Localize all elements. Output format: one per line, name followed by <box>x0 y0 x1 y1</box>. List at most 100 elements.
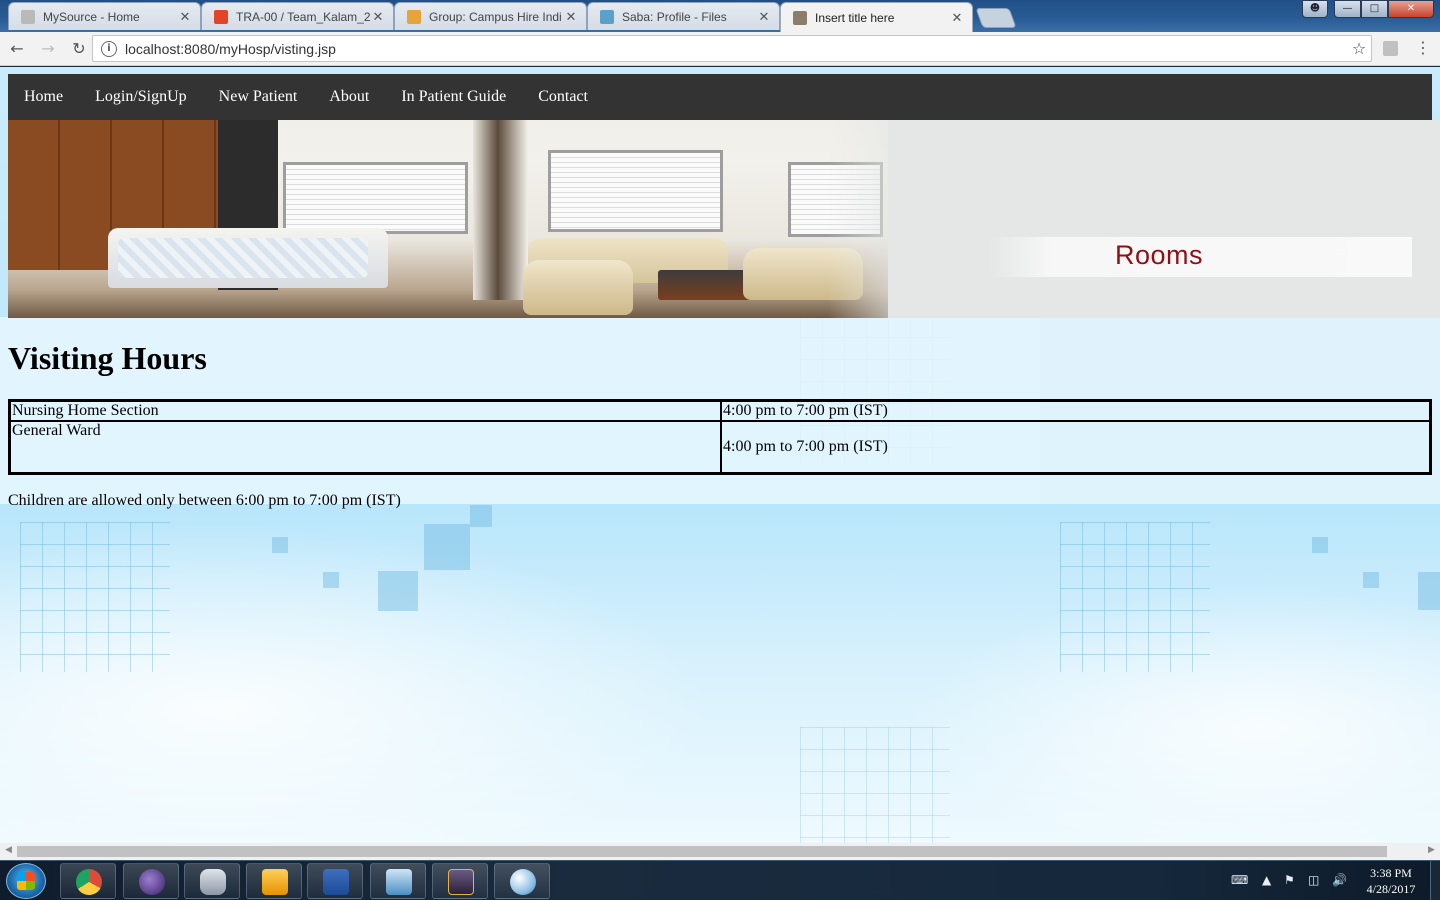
section-cell: Nursing Home Section <box>10 401 721 421</box>
new-tab-button[interactable] <box>975 8 1017 28</box>
address-bar[interactable]: i localhost:8080/myHosp/visting.jsp ☆ <box>92 35 1372 62</box>
taskbar-paint[interactable] <box>494 863 550 899</box>
tab-strip: MySource - Home ✕ TRA-00 / Team_Kalam_2(… <box>8 2 1017 32</box>
lync-icon <box>386 869 412 895</box>
saba-favicon-icon <box>600 9 614 24</box>
tab-insert-title-here[interactable]: Insert title here ✕ <box>780 2 973 32</box>
gitlab-favicon-icon <box>214 9 228 24</box>
tab-title: TRA-00 / Team_Kalam_2( <box>236 9 371 24</box>
main-navigation: Home Login/SignUp New Patient About In P… <box>8 74 1432 120</box>
rooms-banner: Rooms <box>8 120 1440 318</box>
tab-close-icon[interactable]: ✕ <box>178 9 192 25</box>
yammer-favicon-icon <box>407 9 421 24</box>
scroll-right-arrow-icon[interactable]: ▶ <box>1423 845 1440 855</box>
clock-time: 3:38 PM <box>1370 866 1412 880</box>
show-desktop-button[interactable] <box>1430 861 1440 900</box>
minimize-button[interactable]: — <box>1334 0 1361 18</box>
tab-close-icon[interactable]: ✕ <box>564 9 578 25</box>
java-ee-ide-icon <box>448 869 474 895</box>
nav-home[interactable]: Home <box>8 74 79 120</box>
armchair <box>523 260 633 315</box>
chrome-menu-icon[interactable]: ⋮ <box>1413 37 1433 61</box>
background-square <box>1312 537 1328 553</box>
forward-button[interactable]: → <box>34 35 62 63</box>
url-text[interactable]: localhost:8080/myHosp/visting.jsp <box>125 41 1347 57</box>
windows-taskbar: ⌨ ▲ ⚑ ◫ 🔊 3:38 PM 4/28/2017 <box>0 860 1440 900</box>
tab-gitlab-team[interactable]: TRA-00 / Team_Kalam_2( ✕ <box>201 2 394 30</box>
bed-cover <box>118 238 368 278</box>
network-icon[interactable]: ◫ <box>1308 873 1319 887</box>
mysource-favicon-icon <box>21 9 35 24</box>
back-button[interactable]: ← <box>3 35 31 63</box>
database-icon <box>200 869 226 895</box>
volume-icon[interactable]: 🔊 <box>1332 873 1347 887</box>
background-grid-decoration <box>800 727 950 843</box>
table-row: General Ward 4:00 pm to 7:00 pm (IST) <box>10 421 1430 473</box>
outlook-icon <box>262 869 288 895</box>
reload-button[interactable]: ↻ <box>65 35 93 63</box>
extension-icon[interactable] <box>1383 41 1398 56</box>
profile-icon[interactable]: ☻ <box>1302 0 1328 18</box>
tab-saba-profile[interactable]: Saba: Profile - Files ✕ <box>587 2 780 30</box>
window-blinds <box>283 162 468 234</box>
taskbar-database-tool[interactable] <box>184 863 240 899</box>
tab-title: Group: Campus Hire Indi <box>429 9 562 24</box>
keyboard-icon[interactable]: ⌨ <box>1231 873 1248 887</box>
room-divider <box>473 120 528 300</box>
paint-icon <box>510 869 536 895</box>
taskbar-chrome[interactable] <box>60 863 116 899</box>
nav-in-patient-guide[interactable]: In Patient Guide <box>385 74 522 120</box>
maximize-button[interactable]: □ <box>1361 0 1388 18</box>
page-container: Home Login/SignUp New Patient About In P… <box>8 74 1440 510</box>
taskbar-outlook[interactable] <box>246 863 302 899</box>
page-title: Visiting Hours <box>8 340 207 376</box>
close-window-button[interactable]: ✕ <box>1388 0 1434 18</box>
start-button[interactable] <box>6 863 46 899</box>
tab-close-icon[interactable]: ✕ <box>757 9 771 25</box>
clock-date: 4/28/2017 <box>1366 882 1416 896</box>
banner-label: Rooms <box>1115 240 1204 270</box>
bookmark-star-icon[interactable]: ☆ <box>1347 39 1371 58</box>
hours-cell: 4:00 pm to 7:00 pm (IST) <box>721 421 1430 473</box>
background-grid-decoration <box>20 522 170 672</box>
background-square <box>1418 572 1440 610</box>
nav-login-signup[interactable]: Login/SignUp <box>79 74 203 120</box>
window-controls: ☻ — □ ✕ <box>1302 0 1434 18</box>
nav-new-patient[interactable]: New Patient <box>203 74 314 120</box>
background-square <box>378 571 418 611</box>
windows-logo-icon <box>17 872 35 890</box>
tab-close-icon[interactable]: ✕ <box>950 10 964 26</box>
taskbar-word[interactable] <box>307 863 363 899</box>
horizontal-scrollbar[interactable]: ◀ ▶ <box>0 843 1440 860</box>
nav-about[interactable]: About <box>313 74 385 120</box>
tab-mysource-home[interactable]: MySource - Home ✕ <box>8 2 201 30</box>
background-square <box>1363 572 1379 588</box>
scroll-left-arrow-icon[interactable]: ◀ <box>0 845 17 855</box>
window-blinds <box>548 150 723 232</box>
tab-title: MySource - Home <box>43 9 140 24</box>
browser-title-bar: MySource - Home ✕ TRA-00 / Team_Kalam_2(… <box>0 0 1440 32</box>
site-info-icon[interactable]: i <box>101 40 117 57</box>
scrollbar-thumb[interactable] <box>17 846 1387 857</box>
eclipse-icon <box>139 869 165 895</box>
show-hidden-icons-icon[interactable]: ▲ <box>1262 873 1271 887</box>
browser-toolbar: ← → ↻ i localhost:8080/myHosp/visting.js… <box>0 32 1440 66</box>
action-center-flag-icon[interactable]: ⚑ <box>1284 873 1295 887</box>
tab-campus-hire[interactable]: Group: Campus Hire Indi ✕ <box>394 2 587 30</box>
background-square <box>323 572 339 588</box>
taskbar-eclipse[interactable] <box>123 863 179 899</box>
children-note: Children are allowed only between 6:00 p… <box>8 492 401 509</box>
background-grid-decoration <box>1060 522 1210 672</box>
taskbar-lync[interactable] <box>370 863 426 899</box>
system-clock[interactable]: 3:38 PM 4/28/2017 <box>1360 865 1422 897</box>
nav-contact[interactable]: Contact <box>522 74 604 120</box>
hospital-room-photo <box>8 120 888 318</box>
visiting-hours-table: Nursing Home Section 4:00 pm to 7:00 pm … <box>8 399 1432 475</box>
coffee-table <box>658 270 753 300</box>
tab-close-icon[interactable]: ✕ <box>371 9 385 25</box>
taskbar-java-ee-ide[interactable] <box>432 863 488 899</box>
chrome-icon <box>76 869 102 895</box>
banner-fade <box>828 120 928 318</box>
page-viewport: Home Login/SignUp New Patient About In P… <box>0 67 1440 843</box>
table-row: Nursing Home Section 4:00 pm to 7:00 pm … <box>10 401 1430 421</box>
